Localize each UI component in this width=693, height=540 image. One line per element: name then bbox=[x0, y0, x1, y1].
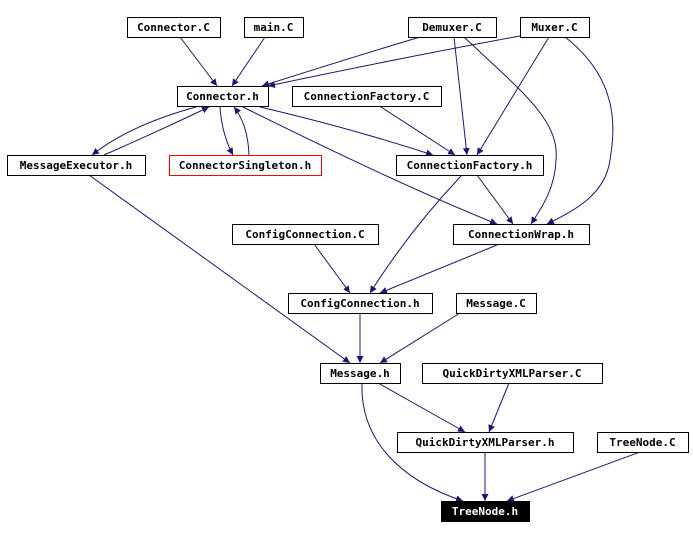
node-message_h[interactable]: Message.h bbox=[320, 363, 401, 384]
node-quickdirtyxmlparser_h[interactable]: QuickDirtyXMLParser.h bbox=[397, 432, 574, 453]
node-connectionfactory_h[interactable]: ConnectionFactory.h bbox=[396, 155, 544, 176]
edge-demuxer_c-to-connector_h bbox=[261, 36, 421, 88]
edge-connector_h-to-messageexecutor_h bbox=[91, 106, 197, 156]
edge-message_c-to-message_h bbox=[379, 312, 461, 364]
edge-connector_c-to-connector_h bbox=[179, 36, 218, 87]
node-connectorsingleton_h[interactable]: ConnectorSingleton.h bbox=[169, 155, 322, 176]
node-message_c[interactable]: Message.C bbox=[456, 293, 537, 314]
include-dependency-graph: Connector.C main.C Demuxer.C Muxer.C Connect… bbox=[7, 17, 689, 522]
edge-messageexecutor_h-to-message_h bbox=[88, 174, 351, 364]
edge-message_h-to-quickdirtyxmlparser_h bbox=[377, 382, 466, 433]
edge-demuxer_c-to-connectionfactory_h bbox=[453, 36, 470, 156]
node-label: QuickDirtyXMLParser.C bbox=[442, 367, 581, 380]
node-label: Demuxer.C bbox=[422, 21, 482, 34]
node-label: ConnectionFactory.h bbox=[407, 159, 533, 172]
node-label: TreeNode.C bbox=[609, 436, 675, 449]
node-label: ConfigConnection.h bbox=[300, 297, 419, 310]
node-demuxer_c[interactable]: Demuxer.C bbox=[408, 17, 497, 38]
node-configconnection_c[interactable]: ConfigConnection.C bbox=[232, 224, 379, 245]
node-label: Muxer.C bbox=[531, 21, 577, 34]
node-connector_c[interactable]: Connector.C bbox=[127, 17, 221, 38]
edge-messageexecutor_h-to-connector_h bbox=[103, 106, 210, 156]
node-messageexecutor_h[interactable]: MessageExecutor.h bbox=[7, 155, 146, 176]
node-label: ConfigConnection.C bbox=[245, 228, 364, 241]
node-main_c[interactable]: main.C bbox=[244, 17, 304, 38]
node-label: ConnectionFactory.C bbox=[304, 90, 430, 103]
node-label: Connector.C bbox=[137, 21, 210, 34]
edge-demuxer_c-to-connectionwrap_h bbox=[463, 36, 557, 225]
edge-connector_h-to-connectorsingleton_h bbox=[219, 106, 234, 156]
node-connectionwrap_h[interactable]: ConnectionWrap.h bbox=[453, 224, 590, 245]
node-label: Message.C bbox=[466, 297, 526, 310]
edge-main_c-to-connector_h bbox=[231, 36, 266, 87]
edge-quickdirtyxmlparser_c-to-quickdirtyxmlparser_h bbox=[488, 382, 510, 433]
node-label: ConnectorSingleton.h bbox=[179, 159, 311, 172]
edge-connectionfactory_c-to-connectionfactory_h bbox=[380, 106, 456, 156]
node-label: main.C bbox=[254, 21, 294, 34]
node-connector_h[interactable]: Connector.h bbox=[177, 86, 269, 107]
nodes-layer: Connector.C main.C Demuxer.C Muxer.C Connect… bbox=[7, 17, 689, 522]
node-label: ConnectionWrap.h bbox=[468, 228, 574, 241]
edge-muxer_c-to-connectionfactory_h bbox=[476, 36, 550, 156]
edge-muxer_c-to-connector_h bbox=[267, 35, 521, 88]
node-treenode_h[interactable]: TreeNode.h bbox=[441, 501, 530, 522]
node-label: TreeNode.h bbox=[452, 505, 518, 518]
edge-configconnection_c-to-configconnection_h bbox=[313, 243, 351, 294]
node-label: MessageExecutor.h bbox=[20, 159, 133, 172]
edge-connectorsingleton_h-to-connector_h bbox=[233, 106, 250, 156]
edge-muxer_c-to-connectionwrap_h bbox=[546, 36, 614, 225]
node-treenode_c[interactable]: TreeNode.C bbox=[597, 432, 689, 453]
node-connectionfactory_c[interactable]: ConnectionFactory.C bbox=[292, 86, 442, 107]
edge-connector_h-to-connectionfactory_h bbox=[259, 106, 434, 157]
node-configconnection_h[interactable]: ConfigConnection.h bbox=[288, 293, 433, 314]
edge-connectionfactory_h-to-configconnection_h bbox=[369, 175, 462, 294]
edge-treenode_c-to-treenode_h bbox=[506, 451, 641, 502]
node-label: QuickDirtyXMLParser.h bbox=[415, 436, 554, 449]
node-label: Message.h bbox=[330, 367, 390, 380]
node-muxer_c[interactable]: Muxer.C bbox=[520, 17, 590, 38]
node-quickdirtyxmlparser_c[interactable]: QuickDirtyXMLParser.C bbox=[422, 363, 603, 384]
edge-connectionfactory_h-to-connectionwrap_h bbox=[476, 174, 514, 225]
node-label: Connector.h bbox=[186, 90, 259, 103]
